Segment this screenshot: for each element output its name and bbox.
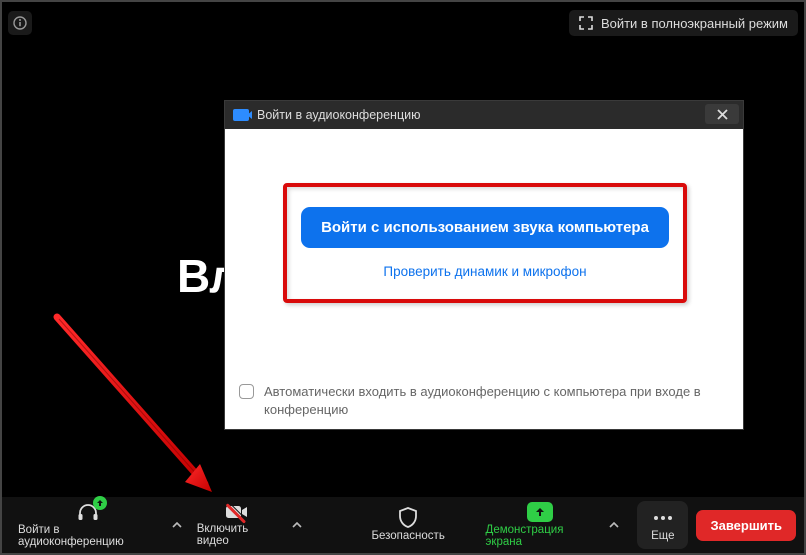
auto-join-checkbox[interactable]: [239, 384, 254, 399]
arrow-up-badge-icon: [93, 496, 107, 510]
audio-options-chevron[interactable]: [170, 501, 185, 549]
audio-dialog: Войти в аудиоконференцию Войти с использ…: [224, 100, 744, 430]
video-options-chevron[interactable]: [289, 501, 304, 549]
share-screen-icon: [527, 502, 553, 522]
share-screen-label: Демонстрация экрана: [486, 524, 595, 548]
start-video-button[interactable]: Включить видео: [189, 501, 286, 549]
top-bar: Войти в полноэкранный режим: [8, 8, 798, 38]
chevron-up-icon: [609, 522, 619, 528]
close-icon: [717, 109, 728, 120]
fullscreen-label: Войти в полноэкранный режим: [601, 16, 788, 31]
test-speaker-mic-link[interactable]: Проверить динамик и микрофон: [383, 264, 586, 279]
more-button[interactable]: Еще: [637, 501, 688, 549]
dialog-titlebar: Войти в аудиоконференцию: [225, 101, 743, 129]
fullscreen-icon: [579, 16, 593, 30]
share-screen-button[interactable]: Демонстрация экрана: [478, 501, 603, 549]
auto-join-row: Автоматически входить в аудиоконференцию…: [239, 383, 729, 419]
more-dots-icon: [654, 516, 672, 520]
end-meeting-button[interactable]: Завершить: [696, 510, 796, 541]
annotation-highlight-box: Войти с использованием звука компьютера …: [283, 183, 687, 303]
chevron-up-icon: [292, 522, 302, 528]
meeting-window: Войти в полноэкранный режим Вл Войти в а…: [0, 0, 806, 555]
join-audio-button[interactable]: Войти в аудиоконференцию: [10, 501, 166, 549]
dialog-title: Войти в аудиоконференцию: [257, 108, 420, 122]
shield-icon: [398, 507, 418, 529]
chevron-up-icon: [172, 522, 182, 528]
info-icon: [13, 16, 27, 30]
zoom-app-icon: [233, 109, 249, 121]
start-video-label: Включить видео: [197, 523, 278, 547]
join-computer-audio-button[interactable]: Войти с использованием звука компьютера: [301, 207, 669, 248]
info-button[interactable]: [8, 11, 32, 35]
security-label: Безопасность: [371, 530, 444, 542]
dialog-body: Войти с использованием звука компьютера …: [225, 129, 743, 429]
auto-join-label: Автоматически входить в аудиоконференцию…: [264, 383, 729, 419]
security-button[interactable]: Безопасность: [363, 501, 452, 549]
share-options-chevron[interactable]: [607, 501, 622, 549]
fullscreen-button[interactable]: Войти в полноэкранный режим: [569, 10, 798, 36]
join-audio-label: Войти в аудиоконференцию: [18, 524, 158, 548]
more-label: Еще: [651, 530, 674, 542]
meeting-toolbar: Войти в аудиоконференцию Включить видео …: [2, 497, 804, 553]
dialog-close-button[interactable]: [705, 104, 739, 124]
